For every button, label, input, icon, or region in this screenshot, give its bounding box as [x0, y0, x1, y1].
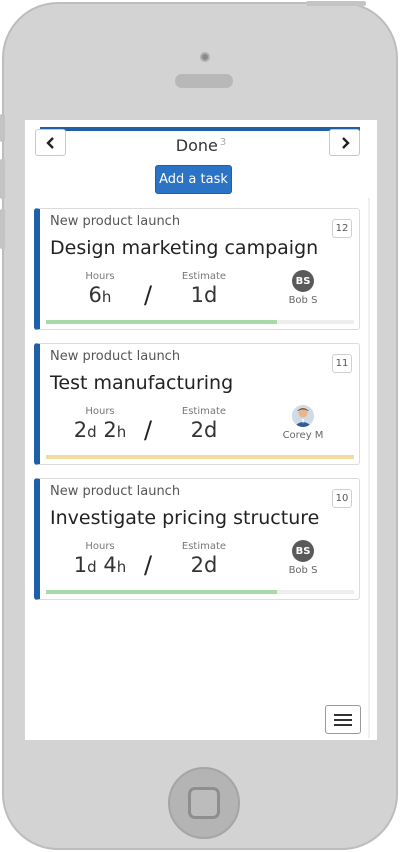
- card-title[interactable]: Test manufacturing: [50, 372, 233, 394]
- scrollbar-track[interactable]: [368, 198, 370, 738]
- avatar[interactable]: BS: [292, 270, 314, 292]
- card-number-badge: 12: [332, 219, 352, 238]
- progress-track: [46, 320, 354, 324]
- estimate-label: Estimate: [181, 271, 227, 282]
- assignee-name: Bob S: [288, 295, 318, 306]
- hours-number: 1: [73, 553, 88, 577]
- avatar-initials: BS: [295, 275, 311, 287]
- hours-label: Hours: [85, 271, 115, 282]
- card-title[interactable]: Investigate pricing structure: [50, 507, 319, 529]
- estimate-value: 2d: [190, 553, 218, 577]
- add-task-button[interactable]: Add a task: [155, 165, 232, 194]
- card-title[interactable]: Design marketing campaign: [50, 237, 318, 259]
- estimate-label: Estimate: [181, 406, 227, 417]
- user-photo-icon: [292, 405, 314, 427]
- column-title-text: Done: [175, 136, 218, 155]
- hours-unit: d: [87, 558, 97, 576]
- hours-estimate-separator: /: [144, 416, 153, 444]
- hours-value: 1d 4h: [60, 553, 140, 577]
- task-card[interactable]: New product launch Investigate pricing s…: [34, 478, 360, 600]
- hours-value: 2d 2h: [60, 418, 140, 442]
- hours-estimate-separator: /: [144, 551, 153, 579]
- column-accent-bar: [40, 127, 360, 131]
- column-count: 3: [219, 136, 227, 148]
- task-card[interactable]: New product launch Design marketing camp…: [34, 208, 360, 330]
- hours-unit: h: [116, 423, 127, 441]
- avatar[interactable]: BS: [292, 540, 314, 562]
- assignee-name: Corey M: [282, 430, 324, 441]
- hours-unit: h: [101, 288, 112, 306]
- column-title: Done 3: [25, 136, 377, 155]
- app-screen: Done 3 Add a task New product launch Desi…: [25, 120, 377, 740]
- camera-icon: [200, 52, 210, 62]
- card-project: New product launch: [50, 349, 181, 364]
- hours-number: 4: [103, 553, 117, 577]
- hours-value: 6h: [60, 283, 140, 307]
- card-number-badge: 11: [332, 354, 352, 373]
- estimate-value: 1d: [190, 283, 218, 307]
- estimate-value: 2d: [190, 418, 218, 442]
- hours-unit: d: [87, 423, 97, 441]
- menu-button[interactable]: [325, 705, 361, 734]
- speaker-grille: [175, 74, 233, 88]
- hours-estimate-separator: /: [144, 281, 153, 309]
- volume-up-button: [0, 159, 5, 199]
- hamburger-menu-icon-line: [334, 723, 352, 726]
- card-project: New product launch: [50, 484, 181, 499]
- hours-unit: h: [116, 558, 127, 576]
- hamburger-menu-icon-line: [334, 718, 352, 721]
- next-column-button[interactable]: [329, 129, 360, 156]
- card-number-badge: 10: [332, 489, 352, 508]
- home-button[interactable]: [168, 767, 240, 839]
- progress-fill: [46, 455, 354, 459]
- chevron-right-icon: [341, 136, 350, 149]
- hours-label: Hours: [85, 406, 115, 417]
- mute-switch: [0, 114, 5, 142]
- progress-fill: [46, 590, 277, 594]
- volume-down-button: [0, 209, 5, 249]
- hours-number: 2: [103, 418, 117, 442]
- avatar-initials: BS: [295, 545, 311, 557]
- progress-track: [46, 590, 354, 594]
- home-square-icon: [188, 787, 220, 819]
- assignee-name: Bob S: [288, 565, 318, 576]
- estimate-label: Estimate: [181, 541, 227, 552]
- hamburger-menu-icon-line: [334, 713, 352, 716]
- avatar[interactable]: [292, 405, 314, 427]
- power-button: [306, 1, 366, 6]
- hours-number: 6: [88, 283, 102, 307]
- hours-number: 2: [73, 418, 88, 442]
- card-project: New product launch: [50, 214, 181, 229]
- task-card[interactable]: New product launch Test manufacturing 11…: [34, 343, 360, 465]
- progress-track: [46, 455, 354, 459]
- hours-label: Hours: [85, 541, 115, 552]
- progress-fill: [46, 320, 277, 324]
